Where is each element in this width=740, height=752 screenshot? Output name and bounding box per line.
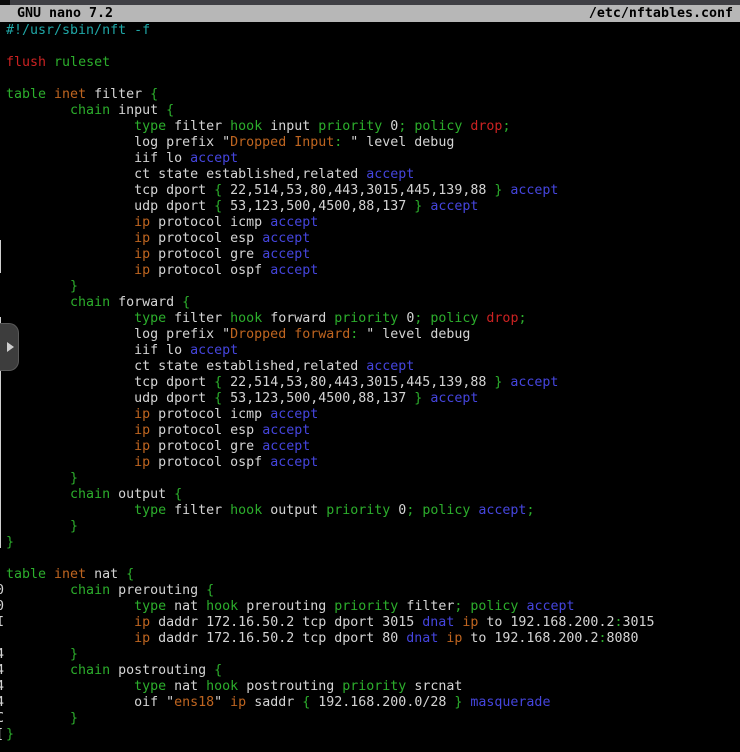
nano-editor-text[interactable]: #!/usr/sbin/nft -f flush ruleset table ine… [6, 23, 655, 743]
code-line: ip protocol ospf accept [6, 455, 655, 471]
code-line: iif lo accept [6, 151, 655, 167]
code-line: ip protocol gre accept [6, 439, 655, 455]
code-line: chain output { [6, 487, 655, 503]
code-line: ip daddr 172.16.50.2 tcp dport 3015 dnat… [6, 615, 655, 631]
code-line: } [6, 279, 655, 295]
code-line [6, 551, 655, 567]
code-line: tcp dport { 22,514,53,80,443,3015,445,13… [6, 183, 655, 199]
expand-right-arrow-icon [7, 342, 14, 352]
code-line: ip protocol icmp accept [6, 407, 655, 423]
code-line: oif "ens18" ip saddr { 192.168.200.0/28 … [6, 695, 655, 711]
side-panel-toggle-handle[interactable] [0, 323, 19, 371]
clipped-glyph: C [0, 711, 4, 727]
code-line: table inet nat { [6, 567, 655, 583]
code-line: #!/usr/sbin/nft -f [6, 23, 655, 39]
clipped-glyph: [ [0, 727, 4, 743]
code-line: } [6, 647, 655, 663]
code-line: chain forward { [6, 295, 655, 311]
nano-version-title: GNU nano 7.2 [17, 5, 113, 22]
code-line [6, 71, 655, 87]
clipped-glyph: 4 [0, 663, 4, 679]
code-line: } [6, 535, 655, 551]
code-line: ip daddr 172.16.50.2 tcp dport 80 dnat i… [6, 631, 655, 647]
code-line: chain postrouting { [6, 663, 655, 679]
clipped-glyph: 0 [0, 583, 4, 599]
code-line: udp dport { 53,123,500,4500,88,137 } acc… [6, 199, 655, 215]
code-line: type nat hook prerouting priority filter… [6, 599, 655, 615]
code-line: type filter hook output priority 0; poli… [6, 503, 655, 519]
code-line: table inet filter { [6, 87, 655, 103]
open-file-path: /etc/nftables.conf [589, 5, 733, 22]
code-line: ip protocol gre accept [6, 247, 655, 263]
code-line: type nat hook postrouting priority srcna… [6, 679, 655, 695]
clipped-glyph: 4 [0, 695, 4, 711]
code-line: } [6, 471, 655, 487]
code-line: udp dport { 53,123,500,4500,88,137 } acc… [6, 391, 655, 407]
code-line: log prefix "Dropped Input: " level debug [6, 135, 655, 151]
code-line: } [6, 519, 655, 535]
code-line: ip protocol esp accept [6, 231, 655, 247]
clipped-glyph: I [0, 615, 4, 631]
code-line: type filter hook forward priority 0; pol… [6, 311, 655, 327]
code-line: flush ruleset [6, 55, 655, 71]
code-line: ip protocol esp accept [6, 423, 655, 439]
nano-titlebar: GNU nano 7.2 /etc/nftables.conf [0, 5, 740, 22]
code-line: ip protocol icmp accept [6, 215, 655, 231]
code-line: ct state established,related accept [6, 359, 655, 375]
code-line: } [6, 727, 655, 743]
clipped-glyph: 0 [0, 599, 4, 615]
code-line [6, 39, 655, 55]
code-line: chain prerouting { [6, 583, 655, 599]
code-line: ip protocol ospf accept [6, 263, 655, 279]
code-line: type filter hook input priority 0; polic… [6, 119, 655, 135]
clipped-glyph: 4 [0, 679, 4, 695]
code-line: ct state established,related accept [6, 167, 655, 183]
left-edge-artifact-line [0, 240, 1, 273]
clipped-glyph: 4 [0, 647, 4, 663]
code-line: } [6, 711, 655, 727]
code-line: log prefix "Dropped forward: " level deb… [6, 327, 655, 343]
code-line: iif lo accept [6, 343, 655, 359]
code-line: chain input { [6, 103, 655, 119]
code-line: tcp dport { 22,514,53,80,443,3015,445,13… [6, 375, 655, 391]
